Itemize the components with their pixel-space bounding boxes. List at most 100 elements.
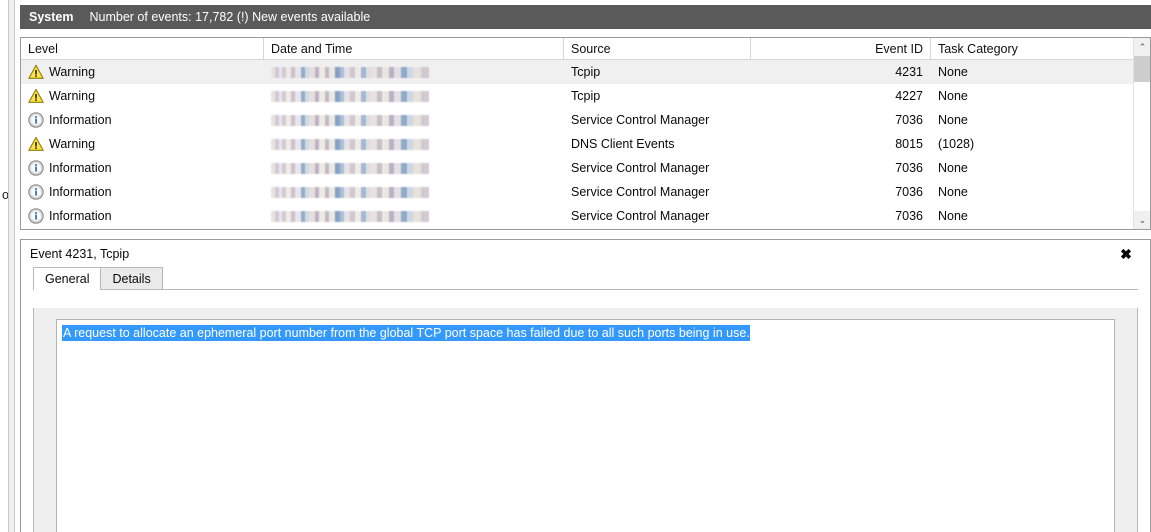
cell-event-id: 7036 <box>751 204 931 228</box>
cell-event-id: 7036 <box>751 156 931 180</box>
table-row[interactable]: Information Service Control Manager7036No… <box>21 180 1150 204</box>
event-list-scrollbar[interactable]: ⌃ ⌄ <box>1133 38 1150 229</box>
column-header-level[interactable]: Level <box>21 38 264 59</box>
event-detail-tabs: General Details <box>33 267 1138 290</box>
cell-date-and-time <box>264 108 564 132</box>
redacted-timestamp <box>271 187 429 198</box>
close-icon[interactable]: ✖ <box>1116 244 1136 264</box>
column-header-source-label: Source <box>571 42 611 56</box>
column-header-level-label: Level <box>28 42 58 56</box>
cell-task-category: None <box>931 60 1132 84</box>
event-list-column-headers: Level Date and Time Source Event ID Task… <box>21 38 1150 60</box>
cell-level: Information <box>21 180 264 204</box>
event-general-panel: A request to allocate an ephemeral port … <box>33 308 1138 532</box>
cell-source: DNS Client Events <box>564 132 751 156</box>
cell-task-category: None <box>931 180 1132 204</box>
cell-task-category: (1028) <box>931 132 1132 156</box>
cell-source: Service Control Manager <box>564 180 751 204</box>
cell-level: Information <box>21 156 264 180</box>
table-row[interactable]: Warning Tcpip4227None <box>21 84 1150 108</box>
cell-event-id: 4231 <box>751 60 931 84</box>
cell-level-label: Information <box>49 161 112 175</box>
cell-source: Tcpip <box>564 84 751 108</box>
information-icon <box>28 160 44 176</box>
scroll-down-icon[interactable]: ⌄ <box>1134 211 1151 229</box>
cell-level-label: Information <box>49 209 112 223</box>
log-event-count-status: Number of events: 17,782 (!) New events … <box>89 10 370 24</box>
cell-level: Warning <box>21 132 264 156</box>
event-log-pane: System Number of events: 17,782 (!) New … <box>18 0 1151 237</box>
cell-level-label: Information <box>49 185 112 199</box>
column-header-event-id-label: Event ID <box>875 42 923 56</box>
redacted-timestamp <box>271 91 429 102</box>
tab-details[interactable]: Details <box>100 267 162 289</box>
table-row[interactable]: Warning DNS Client Events8015(1028) <box>21 132 1150 156</box>
event-message-box[interactable]: A request to allocate an ephemeral port … <box>56 319 1115 532</box>
cell-date-and-time <box>264 204 564 228</box>
cell-source: Service Control Manager <box>564 156 751 180</box>
cell-date-and-time <box>264 156 564 180</box>
tab-details-label: Details <box>112 272 150 286</box>
scroll-up-icon[interactable]: ⌃ <box>1134 38 1151 56</box>
column-header-date-and-time[interactable]: Date and Time <box>264 38 564 59</box>
event-detail-frame: Event 4231, Tcpip ✖ General Details A re… <box>20 239 1151 532</box>
warning-icon <box>28 88 44 104</box>
cell-source: Tcpip <box>564 60 751 84</box>
warning-icon <box>28 136 44 152</box>
cell-date-and-time <box>264 132 564 156</box>
cell-event-id: 4227 <box>751 84 931 108</box>
tab-general[interactable]: General <box>33 267 101 290</box>
event-message-text: A request to allocate an ephemeral port … <box>62 325 750 341</box>
cell-level: Information <box>21 108 264 132</box>
event-message-wrapper: A request to allocate an ephemeral port … <box>57 320 1114 341</box>
information-icon <box>28 112 44 128</box>
column-header-source[interactable]: Source <box>564 38 751 59</box>
warning-icon <box>28 64 44 80</box>
table-row[interactable]: Warning Tcpip4231None <box>21 60 1150 84</box>
cell-level-label: Warning <box>49 137 95 151</box>
information-icon <box>28 208 44 224</box>
column-header-task-category-label: Task Category <box>938 42 1018 56</box>
cell-task-category: None <box>931 108 1132 132</box>
scrollbar-thumb[interactable] <box>1134 56 1151 82</box>
cell-task-category: None <box>931 84 1132 108</box>
log-name: System <box>29 10 73 24</box>
left-gutter: o <box>0 0 18 532</box>
log-title-bar: System Number of events: 17,782 (!) New … <box>20 5 1151 29</box>
cell-level-label: Warning <box>49 65 95 79</box>
table-row[interactable]: Information Service Control Manager7036No… <box>21 156 1150 180</box>
tab-general-label: General <box>45 272 89 286</box>
cell-level: Warning <box>21 84 264 108</box>
column-header-event-id[interactable]: Event ID <box>751 38 931 59</box>
vertical-splitter[interactable] <box>8 0 15 532</box>
cell-event-id: 7036 <box>751 180 931 204</box>
event-detail-pane: Event 4231, Tcpip ✖ General Details A re… <box>18 237 1151 532</box>
cell-event-id: 8015 <box>751 132 931 156</box>
cell-event-id: 7036 <box>751 108 931 132</box>
redacted-timestamp <box>271 115 429 126</box>
cell-level-label: Information <box>49 113 112 127</box>
cell-source: Service Control Manager <box>564 108 751 132</box>
cell-date-and-time <box>264 84 564 108</box>
column-header-task-category[interactable]: Task Category <box>931 38 1132 59</box>
cell-source: Service Control Manager <box>564 204 751 228</box>
cell-date-and-time <box>264 60 564 84</box>
table-row[interactable]: Information Service Control Manager7036No… <box>21 108 1150 132</box>
redacted-timestamp <box>271 211 429 222</box>
redacted-timestamp <box>271 163 429 174</box>
cell-date-and-time <box>264 180 564 204</box>
table-row[interactable]: Information Service Control Manager7036No… <box>21 204 1150 228</box>
information-icon <box>28 184 44 200</box>
event-detail-title: Event 4231, Tcpip <box>30 247 129 261</box>
cell-level-label: Warning <box>49 89 95 103</box>
event-list-rows: WarningTcpip4231NoneWarningTcpip4227None… <box>21 60 1150 228</box>
scrollbar-track[interactable] <box>1134 56 1151 211</box>
redacted-timestamp <box>271 67 429 78</box>
event-list: Level Date and Time Source Event ID Task… <box>20 37 1151 230</box>
cell-task-category: None <box>931 156 1132 180</box>
cell-level: Information <box>21 204 264 228</box>
cell-level: Warning <box>21 60 264 84</box>
cell-task-category: None <box>931 204 1132 228</box>
redacted-timestamp <box>271 139 429 150</box>
event-detail-header: Event 4231, Tcpip ✖ <box>21 240 1150 267</box>
